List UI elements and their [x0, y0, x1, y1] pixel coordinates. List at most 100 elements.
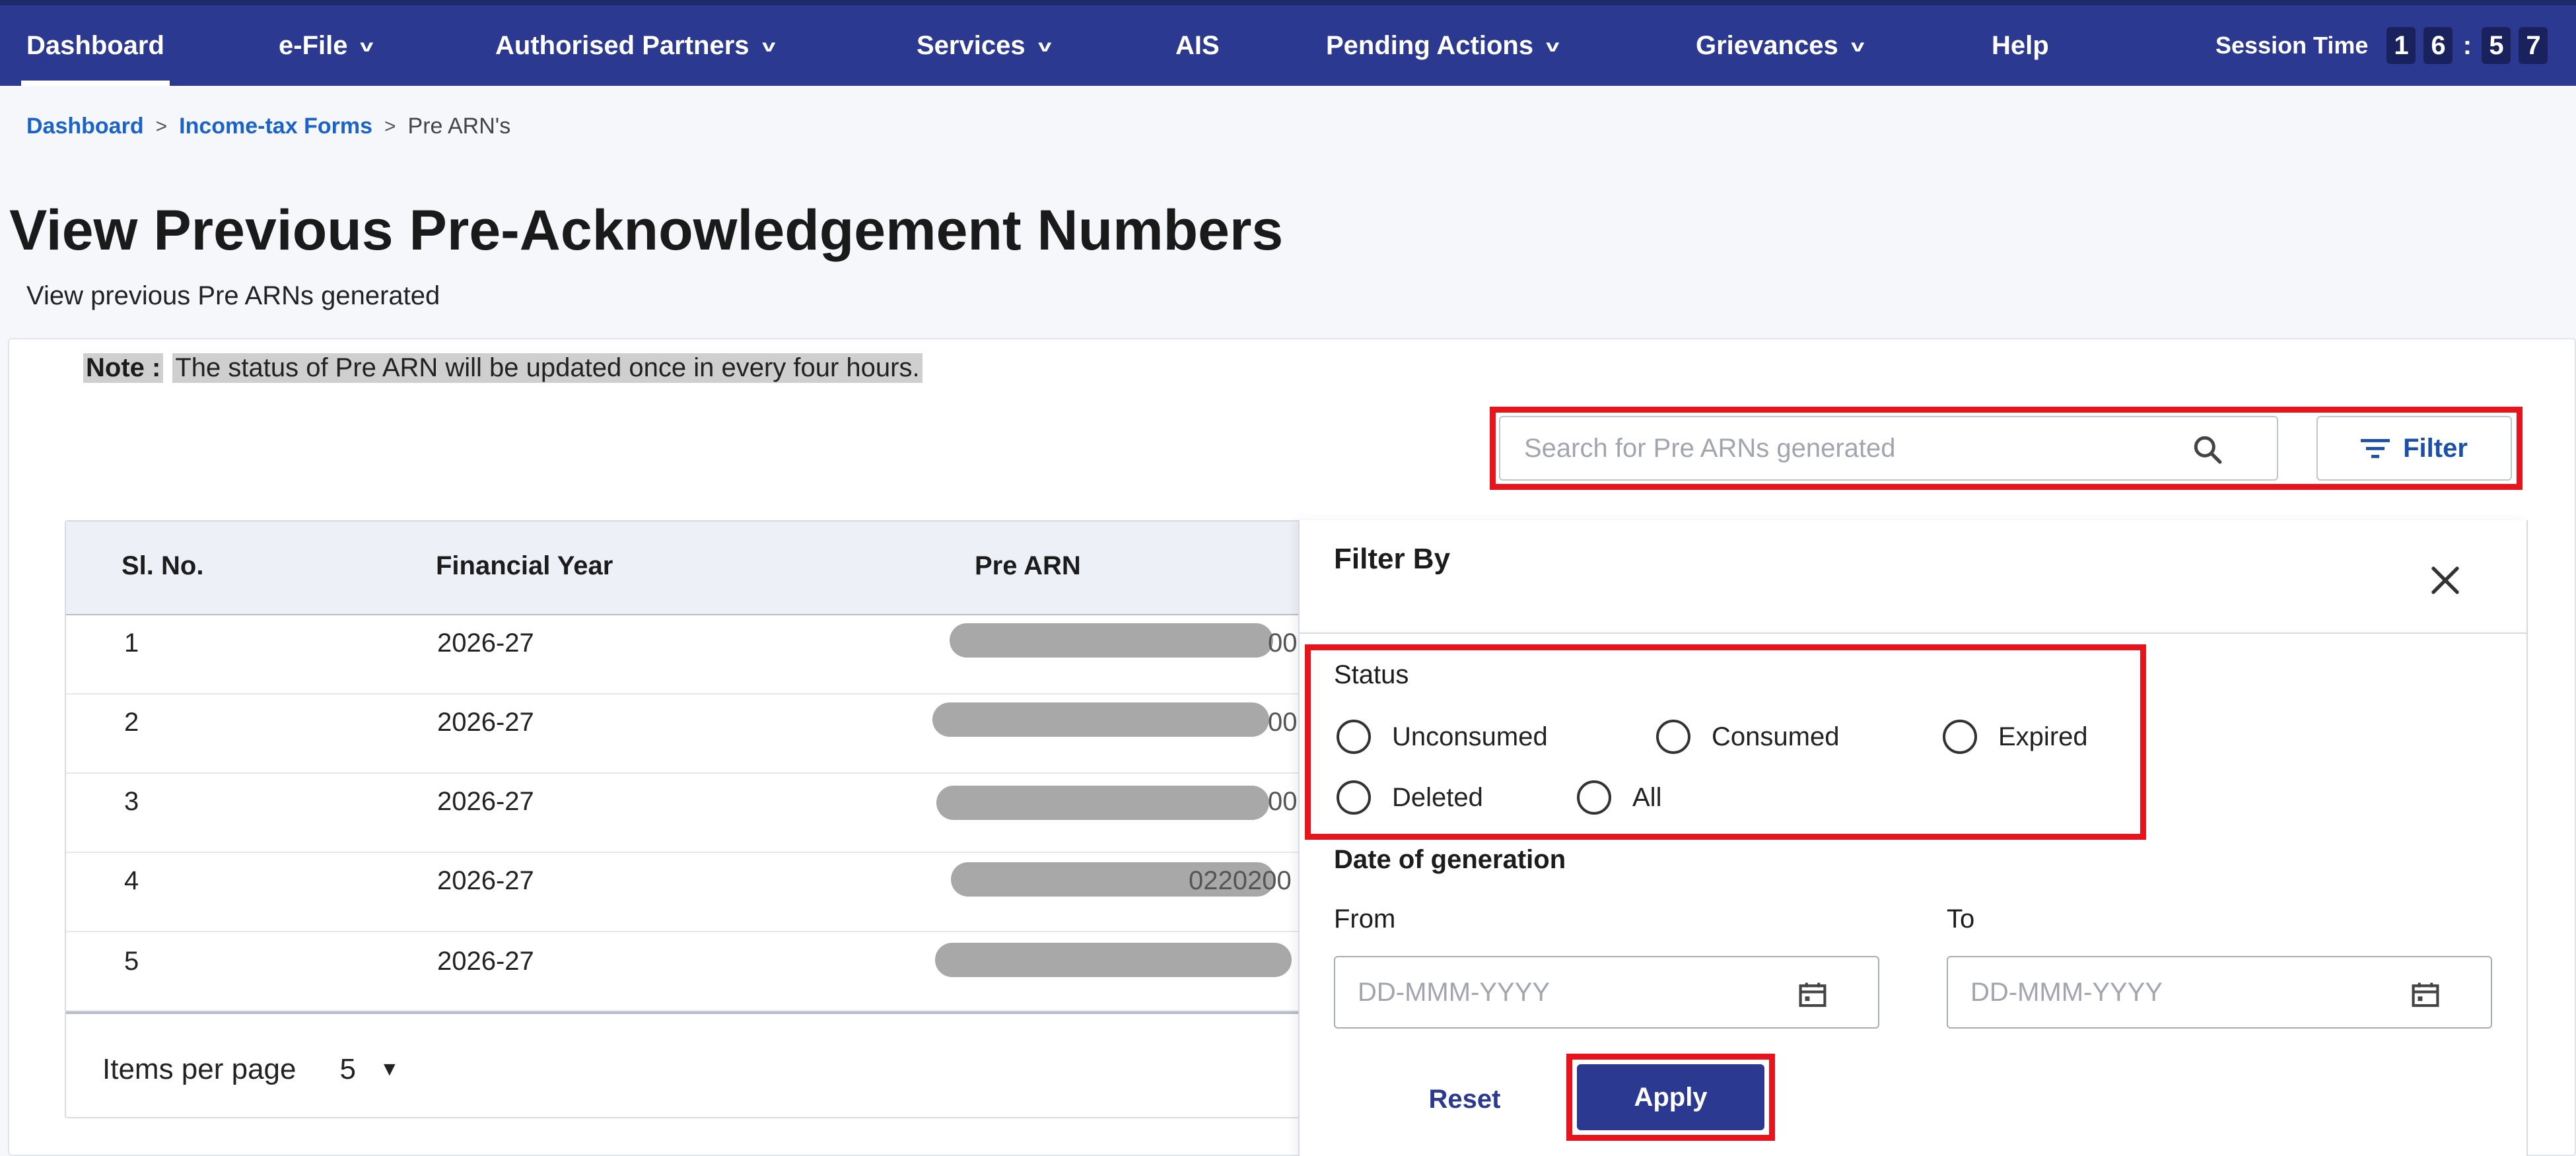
filter-button-label: Filter	[2403, 433, 2468, 463]
breadcrumb-separator: >	[155, 115, 168, 137]
column-header-pre-arn[interactable]: Pre ARN	[975, 551, 1081, 581]
cell-pre-arn-visible: 0220200	[1189, 866, 1292, 895]
chevron-down-icon: v	[1546, 35, 1560, 55]
cell-sl-no: 1	[124, 629, 139, 658]
nav-help[interactable]: Help	[1992, 5, 2049, 86]
nav-efile-label: e-File	[279, 30, 348, 60]
page-subtitle: View previous Pre ARNs generated	[26, 281, 440, 310]
top-navbar: Dashboard e-File v Authorised Partners v S…	[0, 0, 2576, 86]
cell-sl-no: 5	[124, 947, 139, 976]
radio-circle[interactable]	[1577, 780, 1611, 815]
chevron-down-icon: v	[360, 35, 374, 55]
nav-efile[interactable]: e-File v	[279, 5, 374, 86]
nav-dashboard[interactable]: Dashboard	[21, 5, 170, 86]
chevron-down-icon: v	[761, 35, 775, 55]
from-label: From	[1334, 904, 1396, 934]
radio-all[interactable]: All	[1577, 780, 1661, 815]
breadcrumb-dashboard[interactable]: Dashboard	[26, 114, 144, 139]
from-date-field	[1334, 956, 1879, 1029]
column-header-sl-no[interactable]: Sl. No.	[122, 551, 203, 581]
cell-financial-year: 2026-27	[437, 708, 534, 737]
radio-circle[interactable]	[1337, 780, 1371, 815]
redacted-pre-arn	[950, 623, 1273, 658]
cell-financial-year: 2026-27	[437, 947, 534, 976]
note-text: The status of Pre ARN will be updated on…	[172, 353, 922, 383]
radio-circle[interactable]	[1656, 720, 1690, 754]
breadcrumb-current: Pre ARN's	[407, 114, 511, 139]
radio-label: Unconsumed	[1392, 722, 1548, 751]
nav-authorised-partners-label: Authorised Partners	[495, 30, 749, 60]
filter-panel-divider	[1298, 632, 2528, 634]
nav-pending-actions-label: Pending Actions	[1326, 30, 1534, 60]
radio-deleted[interactable]: Deleted	[1337, 780, 1483, 815]
search-input[interactable]	[1500, 433, 2147, 463]
calendar-icon[interactable]	[1797, 981, 1828, 1009]
cell-financial-year: 2026-27	[437, 629, 534, 658]
session-time-label: Session Time	[2215, 32, 2369, 59]
breadcrumb-income-tax-forms[interactable]: Income-tax Forms	[179, 114, 372, 139]
cell-sl-no: 3	[124, 787, 139, 816]
to-date-input[interactable]	[1948, 977, 2344, 1007]
cell-pre-arn-visible: 00	[1268, 708, 1298, 737]
items-per-page-label: Items per page	[102, 1053, 296, 1085]
status-label: Status	[1334, 660, 1409, 689]
apply-button[interactable]: Apply	[1577, 1064, 1764, 1130]
nav-services[interactable]: Services v	[917, 5, 1051, 86]
nav-ais-label: AIS	[1175, 30, 1220, 60]
close-icon[interactable]	[2427, 562, 2463, 598]
filter-icon	[2361, 439, 2390, 458]
radio-label: All	[1632, 782, 1662, 812]
cell-pre-arn-visible: 00	[1268, 629, 1298, 658]
radio-circle[interactable]	[1337, 720, 1371, 754]
from-date-input[interactable]	[1335, 977, 1731, 1007]
nav-authorised-partners[interactable]: Authorised Partners v	[495, 5, 775, 86]
chevron-down-icon: v	[1037, 35, 1051, 55]
search-box	[1499, 416, 2278, 481]
filter-button[interactable]: Filter	[2316, 416, 2512, 481]
cell-financial-year: 2026-27	[437, 866, 534, 895]
reset-button[interactable]: Reset	[1405, 1076, 1524, 1122]
radio-unconsumed[interactable]: Unconsumed	[1337, 720, 1548, 754]
items-per-page-select[interactable]: 5	[340, 1053, 356, 1086]
cell-financial-year: 2026-27	[437, 787, 534, 816]
cell-pre-arn-visible: 00	[1268, 787, 1298, 816]
session-digit: 5	[2482, 27, 2511, 64]
radio-label: Deleted	[1392, 782, 1483, 812]
column-header-financial-year[interactable]: Financial Year	[436, 551, 613, 581]
redacted-pre-arn	[932, 702, 1269, 737]
page-title: View Previous Pre-Acknowledgement Number…	[9, 199, 1284, 262]
breadcrumb-separator: >	[384, 115, 396, 137]
session-colon: :	[2462, 30, 2472, 60]
radio-consumed[interactable]: Consumed	[1656, 720, 1839, 754]
calendar-icon[interactable]	[2410, 981, 2441, 1009]
filter-panel-title: Filter By	[1334, 543, 1451, 575]
table-divider	[66, 1011, 1301, 1014]
search-icon[interactable]	[2191, 433, 2224, 466]
radio-label: Consumed	[1712, 722, 1840, 751]
redacted-pre-arn	[936, 786, 1269, 820]
to-label: To	[1947, 904, 1975, 934]
cell-sl-no: 2	[124, 708, 139, 737]
table-header	[66, 522, 1301, 615]
session-digit: 6	[2423, 27, 2453, 64]
session-digit: 1	[2386, 27, 2416, 64]
nav-grievances[interactable]: Grievances v	[1696, 5, 1865, 86]
redacted-pre-arn	[935, 943, 1292, 977]
radio-circle[interactable]	[1943, 720, 1977, 754]
nav-services-label: Services	[917, 30, 1026, 60]
nav-pending-actions[interactable]: Pending Actions v	[1326, 5, 1560, 86]
nav-help-label: Help	[1992, 30, 2049, 60]
chevron-down-icon: v	[1850, 35, 1865, 55]
session-digits: 1 6 : 5 7	[2386, 27, 2548, 64]
session-digit: 7	[2519, 27, 2548, 64]
nav-dashboard-label: Dashboard	[26, 30, 164, 60]
radio-label: Expired	[1998, 722, 2088, 751]
cell-sl-no: 4	[124, 866, 139, 895]
to-date-field	[1947, 956, 2492, 1029]
nav-ais[interactable]: AIS	[1175, 5, 1220, 86]
caret-down-icon[interactable]: ▼	[380, 1058, 400, 1081]
date-of-generation-label: Date of generation	[1334, 845, 1566, 874]
nav-grievances-label: Grievances	[1696, 30, 1838, 60]
status-note: Note : The status of Pre ARN will be upd…	[83, 353, 922, 383]
radio-expired[interactable]: Expired	[1943, 720, 2088, 754]
